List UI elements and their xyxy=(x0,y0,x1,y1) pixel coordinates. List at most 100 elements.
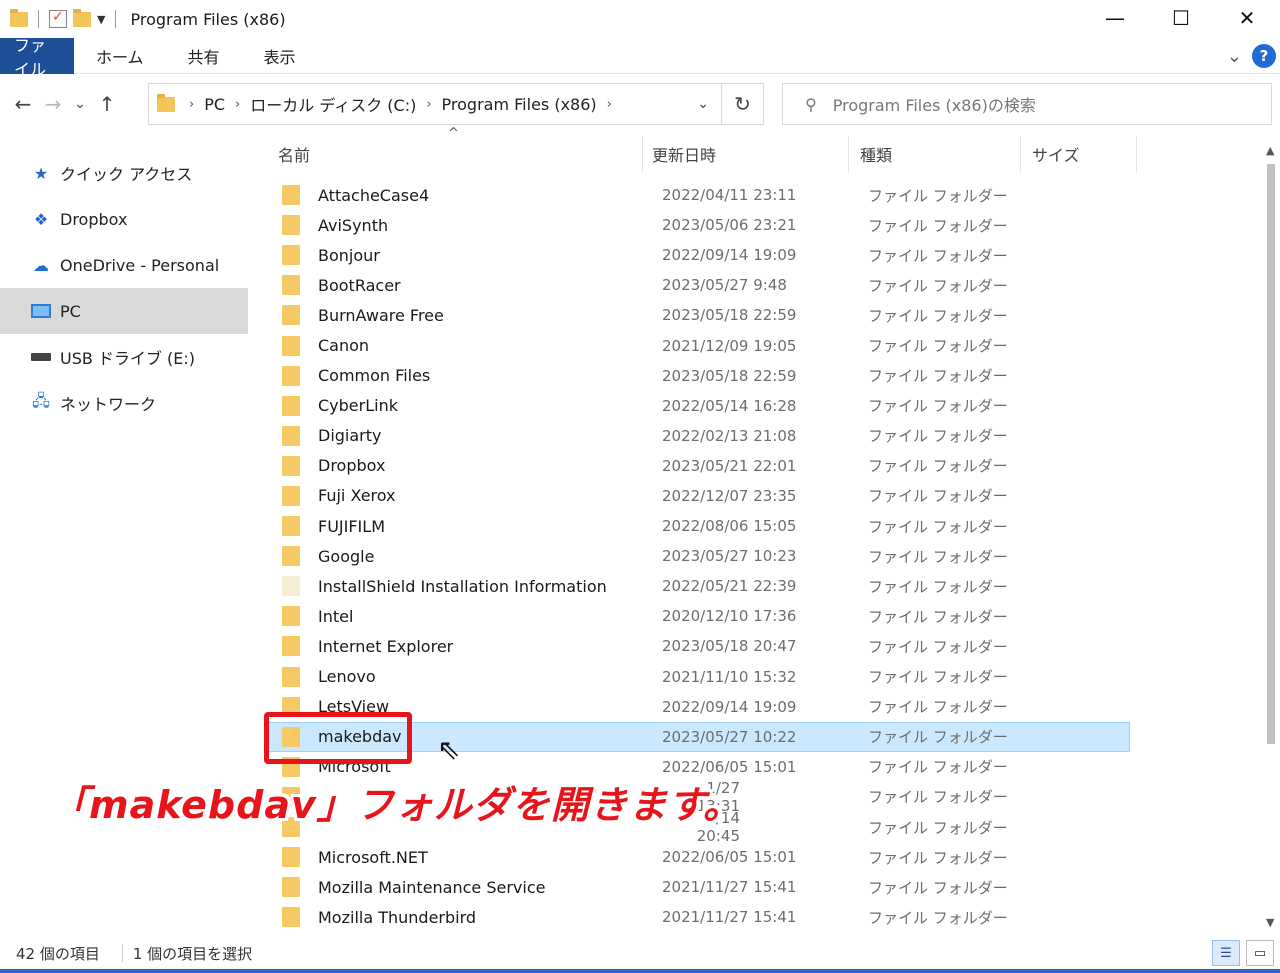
minimize-button[interactable]: — xyxy=(1082,0,1148,36)
sidebar-item-pc[interactable]: PC xyxy=(0,288,248,334)
file-name[interactable]: Microsoft.NET xyxy=(318,848,662,867)
sidebar-item-usb[interactable]: USB ドライブ (E:) xyxy=(0,334,248,380)
file-name[interactable]: Dropbox xyxy=(318,456,662,475)
column-header-name[interactable]: 名前 xyxy=(278,134,310,174)
tab-home[interactable]: ホーム xyxy=(74,38,166,74)
file-name[interactable]: AttacheCase4 xyxy=(318,186,662,205)
folder-icon xyxy=(282,576,300,597)
file-row[interactable]: BootRacer 2023/05/27 9:48 ファイル フォルダー xyxy=(272,270,1132,300)
file-row[interactable]: AttacheCase4 2022/04/11 23:11 ファイル フォルダー xyxy=(272,180,1132,210)
breadcrumb-local-disk[interactable]: ローカル ディスク (C:) xyxy=(250,92,416,116)
help-icon[interactable]: ? xyxy=(1252,44,1276,68)
column-divider[interactable] xyxy=(1136,136,1137,172)
column-divider[interactable] xyxy=(642,136,643,172)
sidebar-item-network[interactable]: 🖧 ネットワーク xyxy=(0,380,248,426)
file-date: 2023/05/06 23:21 xyxy=(662,216,797,235)
file-row[interactable]: Mozilla Thunderbird 2021/11/27 15:41 ファイル … xyxy=(272,902,1132,932)
column-divider[interactable] xyxy=(1020,136,1021,172)
file-name[interactable]: Google xyxy=(318,547,662,566)
file-name[interactable]: BootRacer xyxy=(318,276,662,295)
vertical-scrollbar[interactable]: ▲ ▼ xyxy=(1262,136,1280,936)
file-row[interactable]: Google 2023/05/27 10:23 ファイル フォルダー xyxy=(272,541,1132,571)
expand-ribbon-icon[interactable]: ⌄ xyxy=(1227,46,1242,67)
file-row[interactable]: AviSynth 2023/05/06 23:21 ファイル フォルダー xyxy=(272,210,1132,240)
close-button[interactable]: ✕ xyxy=(1214,0,1280,36)
breadcrumb-program-files[interactable]: Program Files (x86) xyxy=(442,95,597,114)
scroll-down-icon[interactable]: ▼ xyxy=(1266,916,1274,929)
large-icons-view-icon[interactable]: ▭ xyxy=(1246,940,1274,966)
file-name[interactable]: Digiarty xyxy=(318,426,662,445)
file-row[interactable]: Fuji Xerox 2022/12/07 23:35 ファイル フォルダー xyxy=(272,481,1132,511)
file-name[interactable]: Fuji Xerox xyxy=(318,486,662,505)
tab-view[interactable]: 表示 xyxy=(242,38,318,74)
file-date: 2022/05/14 16:28 xyxy=(662,396,797,415)
file-row[interactable]: Mozilla Maintenance Service 2021/11/27 15… xyxy=(272,872,1132,902)
address-bar[interactable]: › PC › ローカル ディスク (C:) › Program Files (x… xyxy=(148,83,722,125)
file-name[interactable]: BurnAware Free xyxy=(318,306,662,325)
file-type: ファイル フォルダー xyxy=(868,517,1008,536)
maximize-button[interactable]: ☐ xyxy=(1148,0,1214,36)
forward-button[interactable]: → xyxy=(38,92,68,116)
file-row[interactable]: Canon 2021/12/09 19:05 ファイル フォルダー xyxy=(272,330,1132,360)
file-name[interactable]: AviSynth xyxy=(318,216,662,235)
file-name[interactable]: Intel xyxy=(318,607,662,626)
search-icon: ⚲ xyxy=(805,94,817,114)
file-name[interactable]: CyberLink xyxy=(318,396,662,415)
search-input[interactable]: Program Files (x86)の検索 xyxy=(833,92,1036,116)
file-type: ファイル フォルダー xyxy=(868,186,1008,205)
file-row[interactable]: InstallShield Installation Information 20… xyxy=(272,571,1132,601)
refresh-button[interactable]: ↻ xyxy=(722,83,764,125)
file-name[interactable]: Canon xyxy=(318,336,662,355)
column-header-date[interactable]: 更新日時 xyxy=(652,134,716,174)
window-controls: — ☐ ✕ xyxy=(1082,0,1280,36)
file-row[interactable]: Bonjour 2022/09/14 19:09 ファイル フォルダー xyxy=(272,240,1132,270)
file-row[interactable]: CyberLink 2022/05/14 16:28 ファイル フォルダー xyxy=(272,391,1132,421)
tab-file[interactable]: ファイル xyxy=(0,36,74,79)
column-divider[interactable] xyxy=(848,136,849,172)
chevron-right-icon[interactable]: › xyxy=(426,97,431,112)
status-divider xyxy=(121,944,123,962)
file-date: 2022/08/06 15:05 xyxy=(662,517,797,536)
file-name[interactable]: Bonjour xyxy=(318,246,662,265)
sidebar-item-dropbox[interactable]: ❖ Dropbox xyxy=(0,196,248,242)
details-view-icon[interactable]: ☰ xyxy=(1212,940,1240,966)
column-header-type[interactable]: 種類 xyxy=(860,134,892,174)
column-header-size[interactable]: サイズ xyxy=(1032,134,1080,174)
file-name[interactable]: FUJIFILM xyxy=(318,517,662,536)
search-box[interactable]: ⚲ Program Files (x86)の検索 xyxy=(782,83,1272,125)
tab-share[interactable]: 共有 xyxy=(166,38,242,74)
file-name[interactable]: Mozilla Thunderbird xyxy=(318,908,662,927)
file-date: 2023/05/21 22:01 xyxy=(662,456,797,475)
file-row[interactable]: Digiarty 2022/02/13 21:08 ファイル フォルダー xyxy=(272,421,1132,451)
folder-icon xyxy=(282,455,300,476)
file-row[interactable]: Microsoft.NET 2022/06/05 15:01 ファイル フォルダー xyxy=(272,842,1132,872)
recent-locations-button[interactable]: ⌄ xyxy=(68,96,92,112)
up-button[interactable]: ↑ xyxy=(92,92,122,116)
new-folder-icon[interactable] xyxy=(73,8,91,27)
file-row[interactable]: Intel 2020/12/10 17:36 ファイル フォルダー xyxy=(272,601,1132,631)
back-button[interactable]: ← xyxy=(8,92,38,116)
file-row[interactable]: Internet Explorer 2023/05/18 20:47 ファイル フォ… xyxy=(272,631,1132,661)
sidebar-item-onedrive[interactable]: ☁ OneDrive - Personal xyxy=(0,242,248,288)
chevron-right-icon[interactable]: › xyxy=(235,97,240,112)
file-row[interactable]: Lenovo 2021/11/10 15:32 ファイル フォルダー xyxy=(272,662,1132,692)
customize-toolbar-icon[interactable]: ▼ xyxy=(97,13,105,26)
scrollbar-thumb[interactable] xyxy=(1267,164,1275,744)
sidebar-item-quick-access[interactable]: ★ クイック アクセス xyxy=(0,150,248,196)
properties-icon[interactable] xyxy=(49,9,67,28)
file-row[interactable]: Common Files 2023/05/18 22:59 ファイル フォルダー xyxy=(272,361,1132,391)
scroll-up-icon[interactable]: ▲ xyxy=(1266,144,1274,157)
star-icon: ★ xyxy=(33,163,49,183)
file-row[interactable]: Dropbox 2023/05/21 22:01 ファイル フォルダー xyxy=(272,451,1132,481)
file-type: ファイル フォルダー xyxy=(868,397,1008,416)
breadcrumb-pc[interactable]: PC xyxy=(204,95,225,114)
file-name[interactable]: Mozilla Maintenance Service xyxy=(318,878,662,897)
file-row[interactable]: FUJIFILM 2022/08/06 15:05 ファイル フォルダー xyxy=(272,511,1132,541)
file-name[interactable]: InstallShield Installation Information xyxy=(318,577,662,596)
file-row[interactable]: BurnAware Free 2023/05/18 22:59 ファイル フォルダー xyxy=(272,300,1132,330)
chevron-right-icon[interactable]: › xyxy=(607,97,612,112)
file-name[interactable]: Common Files xyxy=(318,366,662,385)
chevron-down-icon[interactable]: ⌄ xyxy=(697,96,709,112)
file-name[interactable]: Internet Explorer xyxy=(318,637,662,656)
file-name[interactable]: Lenovo xyxy=(318,667,662,686)
